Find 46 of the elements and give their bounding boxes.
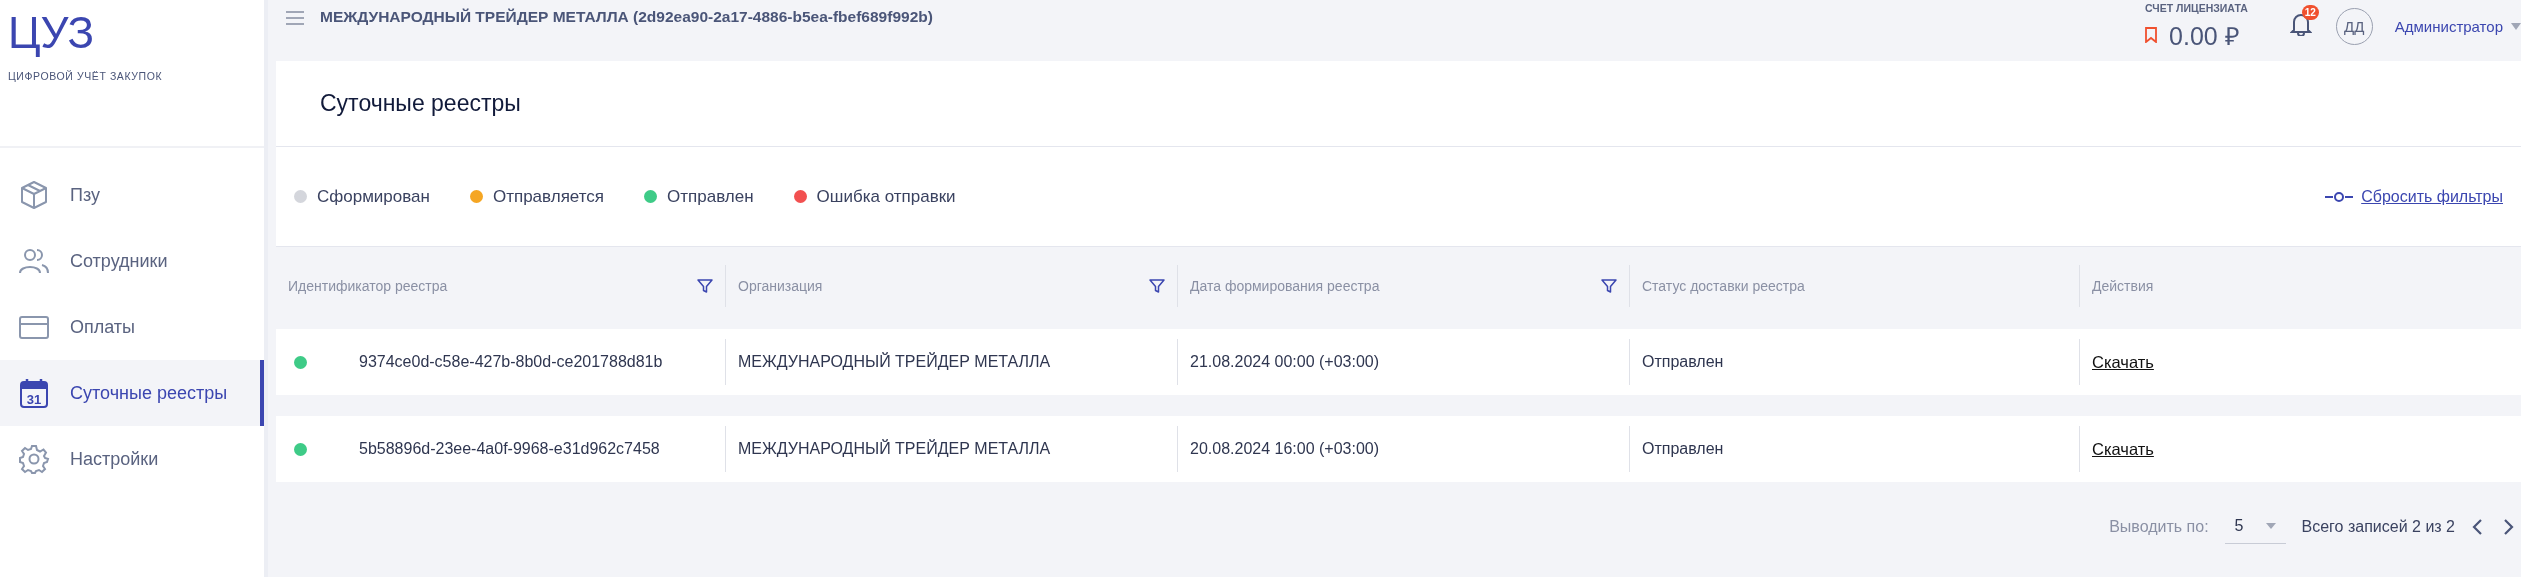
sidebar-item[interactable]: Сотрудники [0,228,264,294]
box-icon [18,179,50,211]
download-link[interactable]: Скачать [2092,439,2154,459]
table-cell: 9374ce0d-c58e-427b-8b0d-ce201788d81b [359,353,663,371]
column-header: Действия [2092,278,2154,294]
column-header: Дата формирования реестра [1190,278,1381,294]
legend-label: Сформирован [317,186,430,207]
records-total: Всего записей 2 из 2 [2301,517,2455,536]
bookmark-icon [2145,27,2158,43]
column-header: Организация [738,278,824,294]
sidebar-item[interactable]: Настройки [0,426,264,492]
filter-icon[interactable] [1149,278,1165,294]
reset-filters-link[interactable]: Сбросить фильтры [2325,187,2503,206]
legend-label: Отправляется [492,186,605,207]
logo-subtitle: ЦИФРОВОЙ УЧЁТ ЗАКУПОК [8,70,163,82]
page-size-label: Выводить по: [2109,517,2209,536]
sidebar-item[interactable]: Пзу [0,162,264,228]
table-cell: 20.08.2024 16:00 (+03:00) [1177,426,1629,472]
page-title: Суточные реестры [320,90,521,117]
user-menu[interactable]: Администратор [2394,18,2503,35]
organization-title: МЕЖДУНАРОДНЫЙ ТРЕЙДЕР МЕТАЛЛА (2d92ea90-2a17-4886-b5ea-fbef689f992b) [320,8,934,26]
column-header: Статус доставки реестра [1642,278,1805,294]
sidebar-item[interactable]: Оплаты [0,294,264,360]
table-cell: МЕЖДУНАРОДНЫЙ ТРЕЙДЕР МЕТАЛЛА [725,426,1177,472]
legend-label: Ошибка отправки [816,186,956,207]
column-header: Идентификатор реестра [288,278,449,294]
license-amount: 0.00 ₽ [2169,21,2240,52]
notification-count: 12 [2301,5,2319,20]
table-cell: 21.08.2024 00:00 (+03:00) [1177,339,1629,385]
legend-label: Отправлен [667,186,754,207]
logo-title: ЦУЗ [8,8,95,58]
table-cell: Отправлен [1629,426,2079,472]
previous-page-icon[interactable] [2471,516,2485,537]
download-link[interactable]: Скачать [2092,352,2154,372]
page-size-select[interactable]: 5 [2224,509,2286,544]
filter-icon[interactable] [697,278,713,294]
next-page-icon[interactable] [2501,516,2515,537]
license-label: СЧЕТ ЛИЦЕНЗИАТА [2145,2,2248,14]
slider-icon [2325,191,2354,202]
filter-icon[interactable] [1601,278,1617,294]
sidebar-item[interactable]: 31 Суточные реестры [0,360,264,426]
caret-icon [2265,523,2276,529]
table-cell: 5b58896d-23ee-4a0f-9968-e31d962c7458 [359,440,660,458]
table-cell: МЕЖДУНАРОДНЫЙ ТРЕЙДЕР МЕТАЛЛА [725,339,1177,385]
table-cell: Отправлен [1629,339,2079,385]
gear-icon [18,443,50,475]
